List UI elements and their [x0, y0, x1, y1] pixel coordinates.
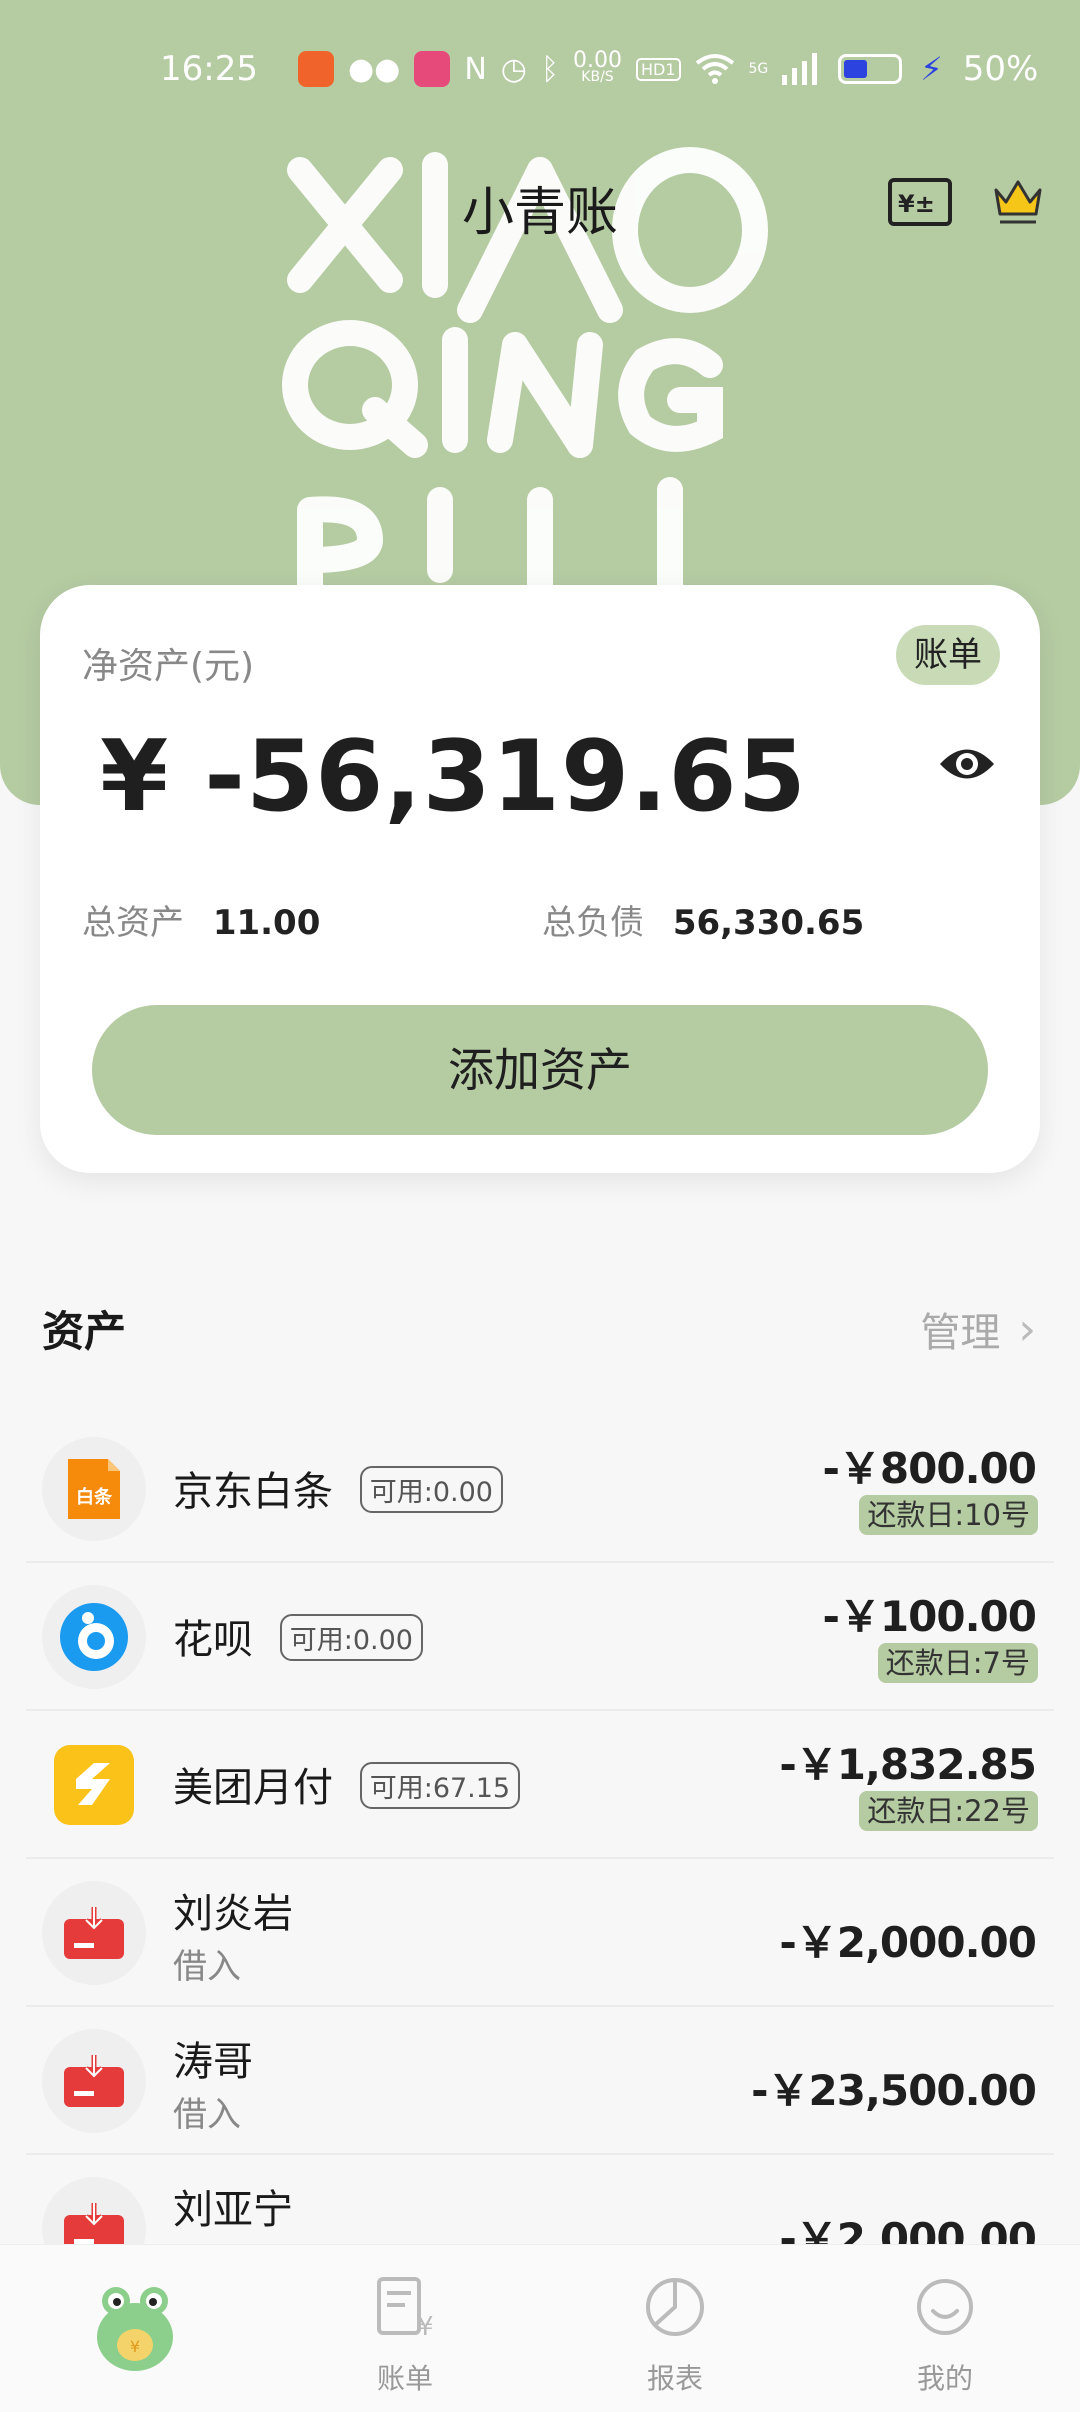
- svg-text:¥: ¥: [130, 2337, 140, 2356]
- cell-badge: 5G: [748, 61, 769, 77]
- svg-text:¥: ¥: [417, 2312, 434, 2339]
- net-speed: 0.00 KB/S: [572, 48, 622, 86]
- net-asset-card: 净资产(元) 账单 ¥ -56,319.65 总资产 11.00 总负债 56,…: [40, 585, 1040, 1173]
- status-bar: 16:25 ●● N ◷ ᛒ 0.00 KB/S HD1 5G ⚡ 50%: [160, 44, 1038, 94]
- nav-label-profile: 我的: [916, 2362, 973, 2395]
- borrow-icon: [64, 2055, 124, 2107]
- item-amount: -￥800.00: [822, 1444, 1037, 1493]
- list-item[interactable]: 涛哥 借入 -￥23,500.00: [26, 2007, 1054, 2155]
- huabei-icon: [60, 1603, 128, 1671]
- battery-icon: [838, 54, 903, 84]
- nav-item-bills[interactable]: ¥ 账单: [270, 2245, 540, 2412]
- item-name: 刘炎岩: [173, 1891, 293, 1937]
- nav-label-bills: 账单: [376, 2362, 433, 2395]
- item-name: 美团月付: [173, 1765, 333, 1811]
- manage-button[interactable]: 管理 ›: [920, 1300, 1036, 1358]
- jd-baitiao-icon: 白条: [68, 1459, 120, 1519]
- eye-icon[interactable]: [938, 743, 996, 785]
- wifi-icon: [695, 54, 734, 84]
- item-amount: -￥1,832.85: [779, 1740, 1037, 1789]
- hd-badge: HD1: [635, 57, 681, 81]
- report-icon: [646, 2278, 704, 2336]
- due-date-tag: 还款日:7号: [877, 1643, 1038, 1683]
- add-asset-button[interactable]: 添加资产: [92, 1005, 988, 1135]
- available-tag: 可用:0.00: [279, 1614, 423, 1661]
- battery-percent: 50%: [962, 49, 1039, 89]
- nav-item-home[interactable]: ¥: [0, 2245, 270, 2412]
- assets-section-title: 资产: [42, 1307, 127, 1356]
- total-liabilities: 总负债 56,330.65: [542, 903, 865, 943]
- item-name: 京东白条: [173, 1469, 333, 1515]
- svg-text:白条: 白条: [76, 1486, 113, 1508]
- borrow-icon: [64, 1907, 124, 1959]
- status-time: 16:25: [160, 49, 258, 89]
- list-item[interactable]: 白条 京东白条 可用:0.00 -￥800.00 还款日:10号: [26, 1415, 1054, 1563]
- available-tag: 可用:67.15: [359, 1762, 521, 1809]
- bill-button[interactable]: 账单: [896, 625, 1000, 685]
- list-item[interactable]: 花呗 可用:0.00 -￥100.00 还款日:7号: [26, 1563, 1054, 1711]
- nfc-icon: N: [464, 51, 487, 87]
- bluetooth-icon: ᛒ: [540, 51, 559, 87]
- wechat-icon: ●●: [347, 51, 401, 87]
- asset-list: 白条 京东白条 可用:0.00 -￥800.00 还款日:10号 花呗 可用:0…: [26, 1415, 1054, 2303]
- bottom-nav: ¥ ¥ 账单 报表 我的: [0, 2244, 1080, 2412]
- meituan-icon: [54, 1745, 134, 1825]
- item-amount: -￥2,000.00: [779, 1918, 1037, 1967]
- item-name: 刘亚宁: [173, 2187, 293, 2233]
- app-icon: [414, 51, 451, 87]
- net-asset-label: 净资产(元): [82, 646, 255, 687]
- list-item[interactable]: 刘炎岩 借入 -￥2,000.00: [26, 1859, 1054, 2007]
- due-date-tag: 还款日:22号: [859, 1791, 1038, 1831]
- chevron-right-icon: ›: [1018, 1303, 1036, 1355]
- nav-label-report: 报表: [646, 2362, 703, 2395]
- net-asset-amount: ¥ -56,319.65: [100, 720, 807, 834]
- nav-item-profile[interactable]: 我的: [810, 2245, 1080, 2412]
- signal-icon: [782, 53, 818, 85]
- kuaishou-icon: [297, 51, 334, 87]
- bill-icon: ¥: [377, 2277, 434, 2339]
- charging-icon: ⚡: [920, 50, 943, 88]
- total-assets: 总资产 11.00: [82, 903, 321, 943]
- due-date-tag: 还款日:10号: [859, 1495, 1038, 1535]
- item-amount: -￥100.00: [822, 1592, 1037, 1641]
- nav-item-report[interactable]: 报表: [540, 2245, 810, 2412]
- profile-icon: [917, 2279, 973, 2335]
- calculator-icon[interactable]: ¥±: [888, 178, 952, 226]
- item-amount: -￥23,500.00: [751, 2066, 1037, 2115]
- item-type: 借入: [173, 2095, 241, 2135]
- crown-icon[interactable]: [990, 172, 1046, 228]
- item-name: 涛哥: [173, 2039, 253, 2085]
- item-name: 花呗: [173, 1617, 253, 1663]
- available-tag: 可用:0.00: [359, 1466, 503, 1513]
- item-type: 借入: [173, 1947, 241, 1987]
- list-item[interactable]: 美团月付 可用:67.15 -￥1,832.85 还款日:22号: [26, 1711, 1054, 1859]
- svg-text:¥±: ¥±: [898, 190, 935, 218]
- alarm-icon: ◷: [500, 51, 527, 87]
- mascot-icon: ¥: [97, 2287, 173, 2371]
